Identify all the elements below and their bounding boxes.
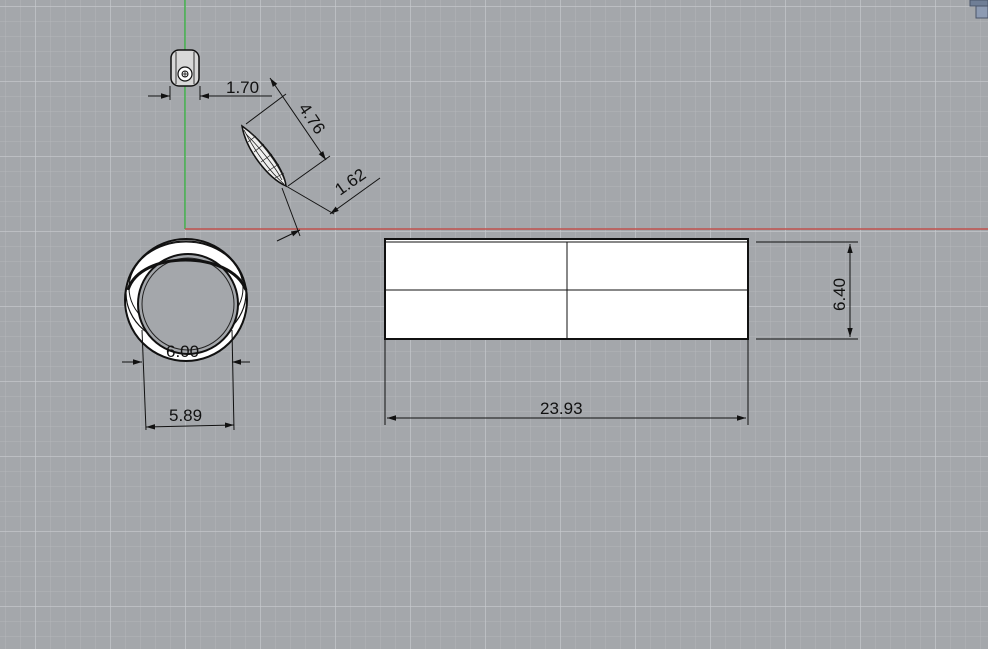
dim-leaf-width-text: 1.62 xyxy=(331,165,369,200)
rhino-top-viewport[interactable]: 1.70 4.76 1.62 6.00 5.89 23.93 6.40 xyxy=(0,0,988,649)
dim-leaf-length-text: 4.76 xyxy=(295,100,329,138)
dim-ring-width-text: 5.89 xyxy=(169,406,202,425)
leaf-object[interactable] xyxy=(240,124,287,188)
dimension-band-height[interactable]: 6.40 xyxy=(756,241,858,340)
pin-object[interactable] xyxy=(170,49,200,87)
viewport-canvas[interactable]: 1.70 4.76 1.62 6.00 5.89 23.93 6.40 xyxy=(0,0,988,649)
dim-pin-width-text: 1.70 xyxy=(226,78,259,97)
dimension-band-length[interactable]: 23.93 xyxy=(384,340,749,425)
dim-band-height-text: 6.40 xyxy=(830,278,849,311)
dim-ring-inner-text: 6.00 xyxy=(166,342,199,361)
band-object[interactable] xyxy=(384,238,749,340)
dim-band-length-text: 23.93 xyxy=(540,399,583,418)
viewport-gizmo-icon[interactable] xyxy=(964,0,988,24)
dimension-pin-width[interactable]: 1.70 xyxy=(148,78,272,100)
